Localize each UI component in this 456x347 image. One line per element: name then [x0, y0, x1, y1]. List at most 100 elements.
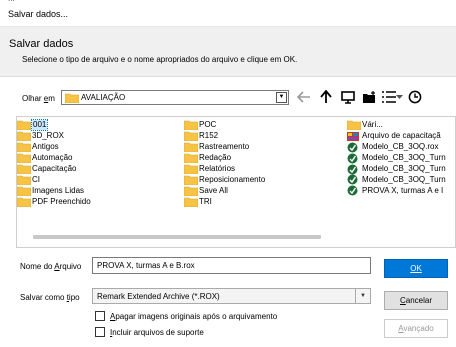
file-list-item[interactable]: TRI	[184, 196, 265, 207]
file-list-item[interactable]: PDF Preenchido	[17, 196, 91, 207]
save-as-type-value: Remark Extended Archive (*.ROX)	[97, 292, 220, 301]
file-list-item-label: PDF Preenchido	[32, 196, 91, 206]
file-list-item-label: Antigos	[32, 142, 59, 152]
remark-file-icon	[347, 185, 362, 196]
file-list-item[interactable]: Imagens Lidas	[17, 185, 91, 196]
file-list-item[interactable]: 3D_ROX	[17, 131, 91, 142]
advanced-button[interactable]: Avançado	[384, 319, 448, 338]
file-name-input[interactable]	[93, 258, 370, 273]
file-list-item-label: Imagens Lidas	[32, 185, 85, 195]
dialog-header: Salvar dados Selecione o tipo de arquivo…	[0, 27, 456, 77]
file-list-item-label: Relatórios	[199, 164, 236, 173]
file-list-item[interactable]: Redação	[184, 153, 265, 164]
folder-icon	[184, 142, 199, 153]
file-list-item[interactable]: Modelo_CB_3OQ_Turn	[347, 174, 446, 185]
file-list-item-label: TRI	[199, 196, 212, 206]
file-list-item-label: 3D_ROX	[32, 131, 65, 141]
file-list-item[interactable]: Capacitação	[17, 164, 91, 175]
folder-icon	[17, 142, 32, 153]
folder-icon	[184, 175, 199, 185]
chevron-down-icon[interactable]: ▼	[276, 92, 287, 103]
look-in-label: Olhar em	[22, 94, 55, 103]
file-list-item-label: Modelo_CB_3OQ_Turn	[362, 164, 446, 173]
folder-icon	[184, 164, 199, 174]
file-list-item-label: POC	[199, 120, 217, 130]
up-folder-icon[interactable]	[318, 88, 334, 106]
file-list-item[interactable]: Relatórios	[184, 164, 265, 175]
chevron-down-icon[interactable]: ▼	[355, 289, 370, 303]
file-list-item-label: Redação	[199, 153, 232, 163]
ok-button[interactable]: OK	[384, 259, 448, 278]
file-list-item-label: R152	[199, 131, 219, 141]
file-name-field[interactable]	[92, 257, 371, 274]
folder-icon	[64, 93, 80, 105]
file-list-item[interactable]: Reposicionamento	[184, 174, 265, 185]
file-list-item[interactable]: Modelo_CB_3OQ.rox	[347, 142, 446, 153]
file-list-item-label: 001	[30, 119, 49, 132]
file-list-item-label: Modelo_CB_3OQ_Turn	[362, 174, 446, 184]
remark-file-icon	[347, 142, 362, 153]
file-list[interactable]: 001 3D_ROX Antigos Automação Capacitação CI Im…	[16, 116, 456, 248]
file-list-item-label: Modelo_CB_3OQ_Turn	[362, 153, 446, 163]
file-list-item[interactable]: Antigos	[17, 142, 91, 153]
dialog-instruction: Selecione o tipo de arquivo e o nome apr…	[22, 55, 298, 64]
folder-icon	[17, 164, 32, 174]
file-list-item-label: Save All	[199, 185, 228, 195]
file-list-item-label: Rastreamento	[199, 142, 250, 152]
delete-originals-checkbox[interactable]	[95, 311, 105, 321]
remark-file-icon	[347, 153, 362, 164]
folder-icon	[184, 186, 199, 196]
file-list-item[interactable]: Automação	[17, 153, 91, 164]
include-support-option[interactable]: Incluir arquivos de suporte	[95, 327, 204, 337]
file-list-column-1: 001 3D_ROX Antigos Automação Capacitação CI Im…	[17, 119, 91, 207]
file-list-item-label: Capacitação	[32, 164, 77, 173]
desktop-icon[interactable]	[340, 88, 356, 106]
file-list-item[interactable]: 001	[17, 119, 91, 132]
file-list-item-label: Reposicionamento	[199, 174, 266, 184]
folder-icon	[17, 197, 32, 207]
file-list-item[interactable]: Modelo_CB_3OQ_Turn	[347, 164, 446, 175]
cancel-button[interactable]: Cancelar	[384, 291, 448, 310]
file-list-item-label: Arquivo de capacitaçã	[362, 131, 441, 141]
remark-file-icon	[347, 164, 362, 174]
folder-icon	[184, 197, 199, 207]
folder-icon	[184, 120, 199, 131]
folder-icon	[184, 131, 199, 142]
file-list-item[interactable]: Modelo_CB_3OQ_Turn	[347, 153, 446, 164]
file-list-column-2: POC R152 Rastreamento Redação Relatórios Repo…	[184, 120, 265, 207]
file-list-item[interactable]: Rastreamento	[184, 142, 265, 153]
rox-file-icon	[347, 131, 362, 141]
delete-originals-option[interactable]: Apagar imagens originais após o arquivam…	[95, 311, 277, 321]
file-list-item[interactable]: PROVA X, turmas A e I	[347, 185, 446, 196]
file-list-item[interactable]: Save All	[184, 185, 265, 196]
new-folder-icon[interactable]	[361, 88, 377, 106]
horizontal-scrollbar[interactable]	[33, 235, 321, 239]
title-bar: Salvar dados...	[0, 4, 456, 27]
file-list-item-label: Modelo_CB_3OQ.rox	[362, 142, 439, 152]
folder-icon	[17, 120, 32, 131]
file-list-item[interactable]: CI	[17, 174, 91, 185]
folder-icon	[17, 186, 32, 196]
file-list-item[interactable]: Arquivo de capacitaçã	[347, 131, 446, 142]
folder-icon	[347, 120, 362, 131]
folder-icon	[184, 153, 199, 164]
folder-icon	[17, 153, 32, 164]
file-list-column-3: Vári... Arquivo de capacitaçã Modelo_CB_3O…	[347, 120, 446, 196]
window-title: Salvar dados...	[8, 9, 69, 19]
folder-icon	[17, 175, 32, 185]
file-list-item[interactable]: R152	[184, 131, 265, 142]
dialog-heading: Salvar dados	[9, 38, 74, 50]
include-support-checkbox[interactable]	[95, 327, 105, 337]
look-in-dropdown[interactable]: AVALIAÇÃO ▼	[61, 90, 289, 105]
view-dropdown-icon[interactable]	[394, 88, 404, 106]
file-name-label: Nome do Arquivo	[20, 262, 82, 271]
save-as-type-dropdown[interactable]: Remark Extended Archive (*.ROX) ▼	[92, 288, 371, 304]
recent-locations-icon[interactable]	[407, 88, 423, 106]
file-list-item-label: CI	[32, 174, 40, 184]
folder-icon	[17, 131, 32, 142]
file-list-item[interactable]: POC	[184, 120, 265, 131]
file-list-item[interactable]: Vári...	[347, 120, 446, 131]
file-list-item-label: Automação	[32, 153, 73, 163]
file-list-item-label: Vári...	[362, 120, 383, 130]
back-arrow-icon[interactable]	[296, 88, 312, 106]
